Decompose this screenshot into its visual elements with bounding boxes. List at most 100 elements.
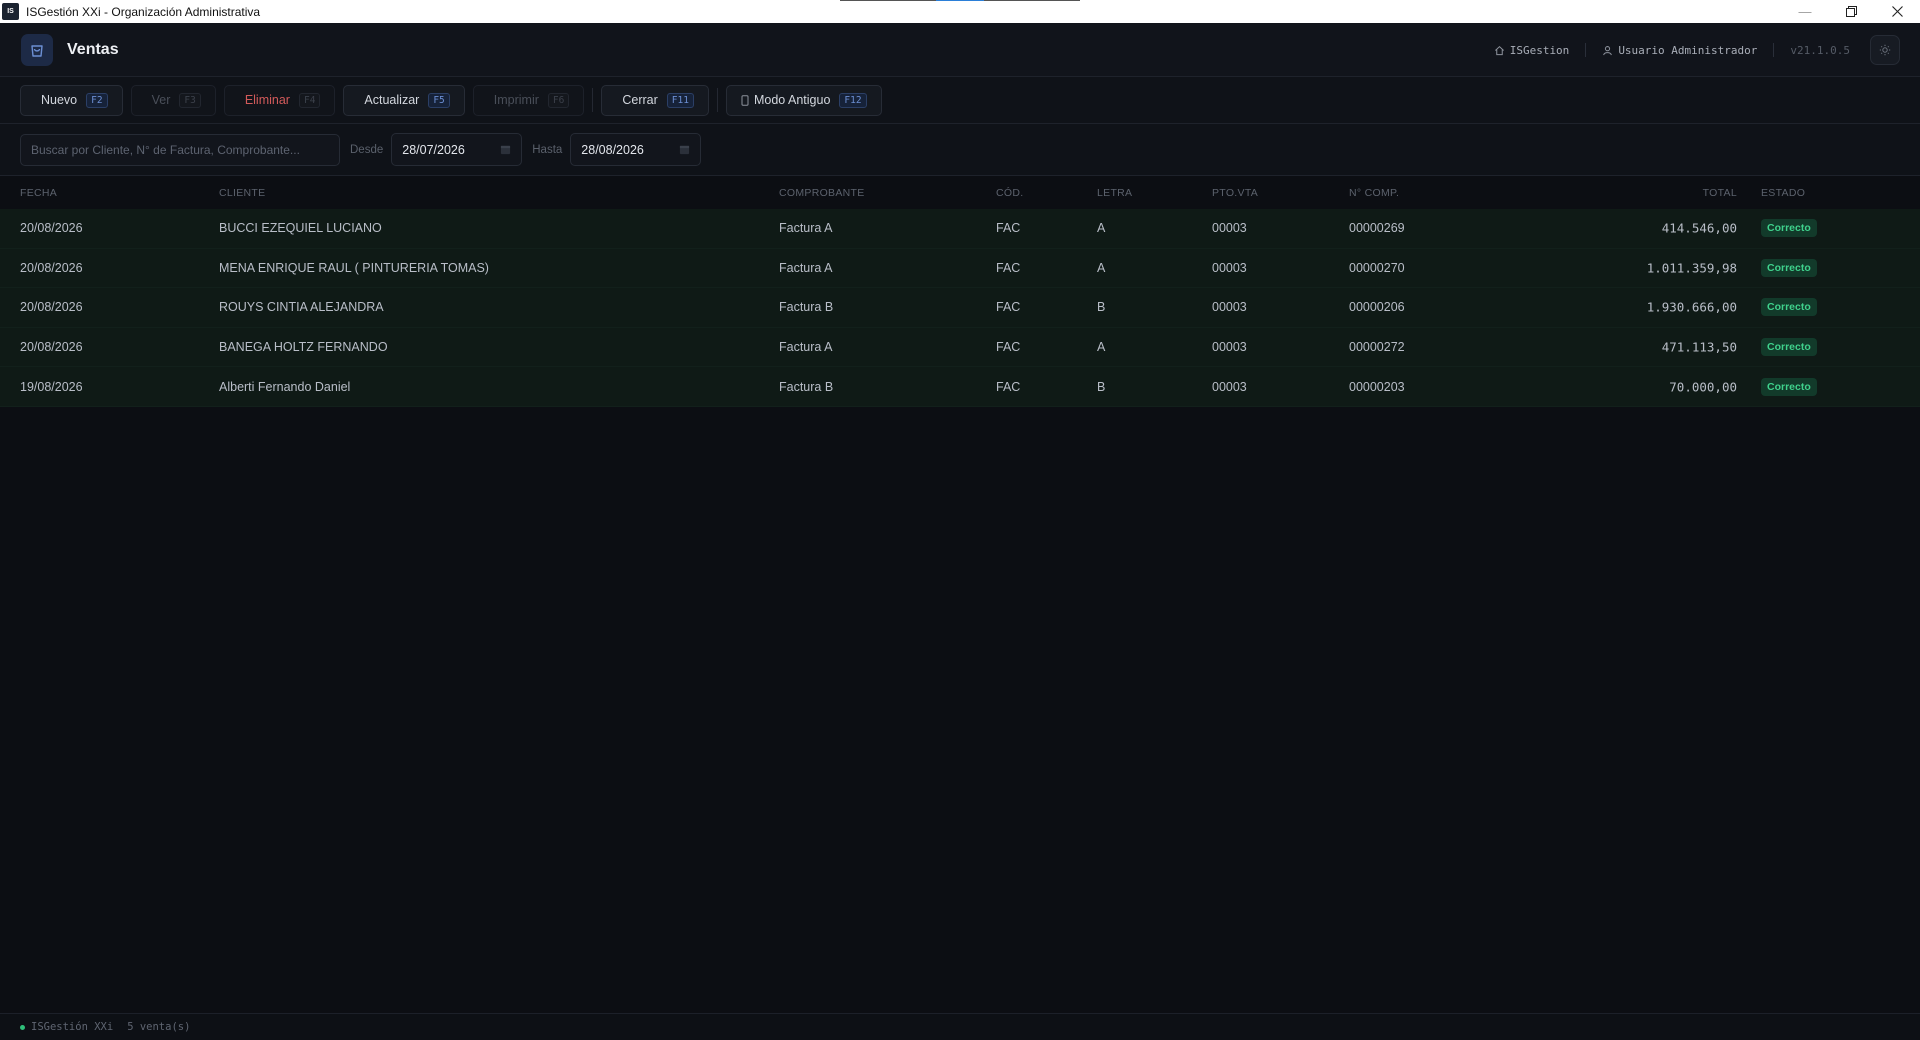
- cell-fecha: 20/08/2026: [20, 221, 83, 236]
- cell-ncomp: 00000270: [1349, 260, 1405, 275]
- cell-estado: Correcto: [1761, 377, 1817, 396]
- status-dot-icon: [20, 1024, 25, 1030]
- cell-comprobante: Factura A: [779, 260, 833, 275]
- cell-total: 1.930.666,00: [1646, 299, 1737, 315]
- table-row[interactable]: 20/08/2026 MENA ENRIQUE RAUL ( PINTURERI…: [0, 248, 1920, 289]
- table-row[interactable]: 20/08/2026 ROUYS CINTIA ALEJANDRA Factur…: [0, 288, 1920, 328]
- cell-ncomp: 00000203: [1349, 379, 1405, 394]
- cell-ncomp: 00000206: [1349, 300, 1405, 315]
- home-icon: [1494, 45, 1504, 55]
- cell-estado: Correcto: [1761, 219, 1817, 238]
- cell-fecha: 20/08/2026: [20, 340, 83, 355]
- status-record-count: 5 venta(s): [127, 1021, 191, 1033]
- restore-button[interactable]: [1828, 0, 1874, 23]
- calendar-icon[interactable]: [500, 144, 511, 155]
- column-header-ptovta[interactable]: PTO.VTA: [1212, 187, 1258, 199]
- cell-letra: A: [1097, 340, 1106, 355]
- table-row[interactable]: 20/08/2026 BUCCI EZEQUIEL LUCIANO Factur…: [0, 209, 1920, 249]
- cell-fecha: 19/08/2026: [20, 379, 83, 394]
- column-header-ncomp[interactable]: N° COMP.: [1349, 187, 1399, 199]
- cell-ncomp: 00000272: [1349, 340, 1405, 355]
- hasta-date-value: 28/08/2026: [581, 142, 644, 157]
- cell-comprobante: Factura B: [779, 300, 834, 315]
- column-header-cliente[interactable]: CLIENTE: [219, 187, 265, 199]
- theme-toggle-button[interactable]: [1870, 35, 1900, 65]
- toolbar-divider: [716, 88, 718, 112]
- shortcut-badge: F2: [86, 92, 108, 108]
- cell-letra: A: [1097, 221, 1106, 236]
- table-header: FECHA CLIENTE COMPROBANTE CÓD. LETRA PTO…: [0, 176, 1920, 209]
- column-header-fecha[interactable]: FECHA: [20, 187, 57, 199]
- app-version: v21.1.0.5: [1790, 43, 1850, 57]
- search-input[interactable]: [20, 133, 340, 166]
- hasta-label: Hasta: [532, 143, 563, 156]
- page-title: Ventas: [67, 40, 119, 58]
- company-name: ISGestion: [1509, 43, 1570, 57]
- modo-antiguo-button[interactable]: Modo Antiguo F12: [725, 84, 882, 116]
- filter-bar: Desde 28/07/2026 Hasta 28/08/2026: [0, 124, 1920, 176]
- column-header-cod[interactable]: CÓD.: [996, 187, 1023, 199]
- calendar-icon[interactable]: [679, 144, 690, 155]
- shopping-bag-icon: [21, 33, 53, 66]
- cell-fecha: 20/08/2026: [20, 300, 83, 315]
- imprimir-label: Imprimir: [493, 93, 539, 107]
- cell-comprobante: Factura B: [779, 379, 834, 394]
- eliminar-button[interactable]: Eliminar F4: [223, 84, 336, 116]
- imprimir-button[interactable]: Imprimir F6: [472, 84, 585, 116]
- desde-date-field[interactable]: 28/07/2026: [391, 133, 523, 166]
- cell-total: 1.011.359,98: [1646, 260, 1737, 276]
- status-app-name: ISGestión XXi: [31, 1021, 114, 1033]
- close-window-button[interactable]: [1874, 0, 1920, 23]
- restore-icon: [1845, 6, 1857, 17]
- company-indicator[interactable]: ISGestion: [1494, 43, 1570, 57]
- cell-ptovta: 00003: [1212, 340, 1247, 355]
- cell-letra: A: [1097, 260, 1106, 275]
- cell-cliente: ROUYS CINTIA ALEJANDRA: [219, 300, 384, 315]
- shortcut-badge: F12: [839, 92, 867, 108]
- cell-cod: FAC: [996, 221, 1021, 236]
- column-header-total[interactable]: TOTAL: [1703, 187, 1737, 199]
- ver-button[interactable]: Ver F3: [130, 84, 216, 116]
- titlebar-progress: [840, 0, 1080, 1]
- ver-label: Ver: [151, 93, 171, 107]
- monitor-icon: [741, 94, 749, 106]
- cell-total: 70.000,00: [1669, 379, 1737, 395]
- user-name: Usuario Administrador: [1618, 43, 1758, 57]
- shortcut-badge: F5: [428, 92, 450, 108]
- toolbar: Nuevo F2 Ver F3 Eliminar F4 Actualizar F…: [0, 77, 1920, 124]
- actualizar-button[interactable]: Actualizar F5: [343, 84, 465, 116]
- shortcut-badge: F6: [547, 92, 570, 108]
- column-header-letra[interactable]: LETRA: [1097, 187, 1132, 199]
- app-header: Ventas ISGestion Usuario Administrador v…: [0, 23, 1920, 77]
- table-row[interactable]: 20/08/2026 BANEGA HOLTZ FERNANDO Factura…: [0, 327, 1920, 368]
- cell-total: 471.113,50: [1661, 339, 1737, 355]
- shortcut-badge: F11: [666, 92, 694, 108]
- user-indicator[interactable]: Usuario Administrador: [1602, 44, 1757, 57]
- table-row[interactable]: 19/08/2026 Alberti Fernando Daniel Factu…: [0, 367, 1920, 407]
- window-title: ISGestión XXi - Organización Administrat…: [26, 4, 261, 19]
- nuevo-button[interactable]: Nuevo F2: [20, 84, 123, 116]
- status-badge: Correcto: [1761, 298, 1817, 317]
- column-header-comprobante[interactable]: COMPROBANTE: [779, 187, 865, 199]
- status-badge: Correcto: [1761, 338, 1817, 357]
- cerrar-button[interactable]: Cerrar F11: [601, 84, 709, 116]
- cell-letra: B: [1097, 379, 1106, 394]
- app-logo-icon: IS: [2, 3, 19, 20]
- desde-date-value: 28/07/2026: [402, 142, 465, 157]
- sales-table: FECHA CLIENTE COMPROBANTE CÓD. LETRA PTO…: [0, 176, 1920, 407]
- modo-antiguo-label: Modo Antiguo: [753, 93, 831, 107]
- column-header-estado[interactable]: ESTADO: [1761, 187, 1805, 199]
- user-icon: [1603, 45, 1613, 55]
- cell-cod: FAC: [996, 379, 1021, 394]
- status-badge: Correcto: [1761, 377, 1817, 396]
- cell-letra: B: [1097, 300, 1106, 315]
- desde-label: Desde: [350, 143, 384, 156]
- minimize-button[interactable]: —: [1782, 0, 1828, 23]
- hasta-date-field[interactable]: 28/08/2026: [570, 133, 702, 166]
- shortcut-badge: F3: [179, 92, 201, 108]
- cell-comprobante: Factura A: [779, 340, 833, 355]
- cell-cliente: MENA ENRIQUE RAUL ( PINTURERIA TOMAS): [219, 260, 489, 275]
- cell-fecha: 20/08/2026: [20, 260, 83, 275]
- cell-ptovta: 00003: [1212, 379, 1247, 394]
- cell-cod: FAC: [996, 300, 1021, 315]
